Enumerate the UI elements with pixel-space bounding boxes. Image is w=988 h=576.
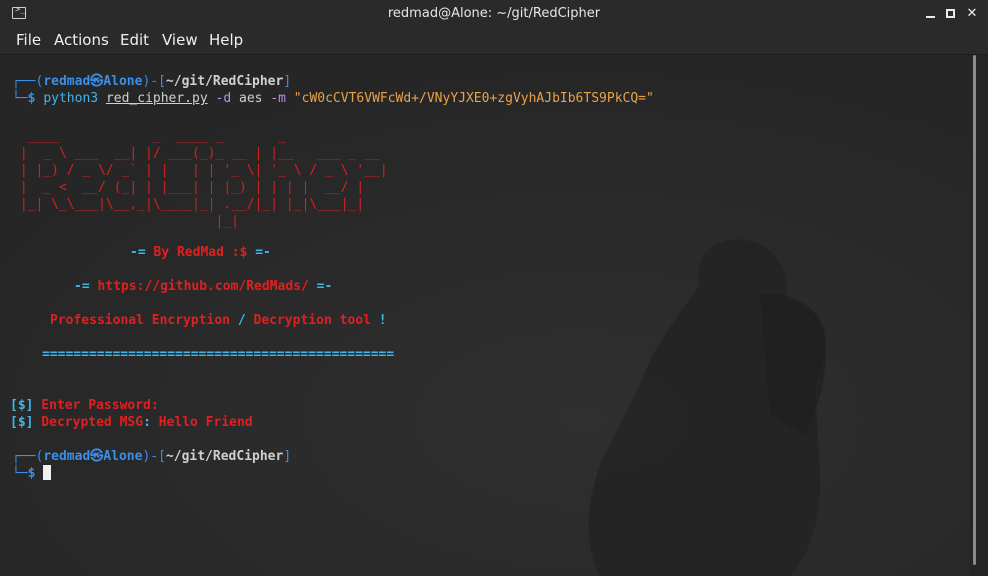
decrypted-value: Hello Friend	[158, 415, 253, 430]
menu-bar: File Actions Edit View Help	[0, 28, 988, 55]
title-bar: >_ redmad@Alone: ~/git/RedCipher ✕	[0, 0, 988, 28]
banner-tagline: Professional Encryption / Decryption too…	[50, 313, 387, 328]
menu-actions[interactable]: Actions	[54, 31, 109, 49]
banner-art-line: |_|	[12, 214, 239, 229]
maximize-icon	[946, 9, 955, 18]
banner-art-line: | _ \ ___ __| |/ ___(_)_ __ | |__ ___ _ …	[12, 146, 380, 161]
banner-art-line: |_| \_\___|\__,_|\____|_| .__/|_| |_|\__…	[12, 197, 365, 212]
banner-art-line: ____ _ ____ _ _	[12, 129, 286, 144]
banner-author: By RedMad :$	[153, 245, 248, 260]
command-script: red_cipher.py	[105, 91, 208, 106]
input-line[interactable]: └─$	[12, 465, 52, 482]
close-button[interactable]: ✕	[962, 4, 982, 24]
enter-password-line: [$] Enter Password:	[10, 398, 159, 413]
banner-author-line: -= By RedMad :$ =-	[130, 245, 271, 260]
window-title: redmad@Alone: ~/git/RedCipher	[387, 6, 601, 21]
prompt-line-1: ┌──(redmad㉿Alone)-[~/git/RedCipher]	[12, 74, 292, 89]
terminal-output[interactable]: ┌──(redmad㉿Alone)-[~/git/RedCipher] └─$ …	[0, 55, 970, 576]
text-cursor	[43, 465, 52, 480]
scrollbar[interactable]	[970, 55, 988, 576]
prompt-path: ~/git/RedCipher	[165, 74, 284, 89]
maximize-button[interactable]	[941, 4, 961, 24]
command-line: └─$ python3 red_cipher.py -d aes -m "cW0…	[12, 91, 654, 106]
minimize-button[interactable]	[921, 4, 941, 24]
flag-d: -d	[215, 91, 232, 106]
command-algo: aes	[239, 91, 263, 106]
prompt-at-symbol: ㉿	[90, 74, 104, 89]
flag-m: -m	[270, 91, 286, 106]
banner-art-line: | |_) / _ \/ _` | | | | '_ \| '_ \ / _ \…	[12, 163, 388, 178]
menu-edit[interactable]: Edit	[120, 31, 149, 49]
menu-file[interactable]: File	[16, 31, 41, 49]
banner-url: https://github.com/RedMads/	[97, 279, 309, 294]
minimize-icon	[926, 16, 935, 18]
command-message: "cW0cCVT6VWFcWd+/VNyYJXE0+zgVyhAJbIb6TS9…	[293, 91, 654, 106]
scrollbar-thumb[interactable]	[973, 55, 976, 565]
decrypted-message-line: [$] Decrypted MSG: Hello Friend	[10, 415, 253, 430]
terminal-window: >_ redmad@Alone: ~/git/RedCipher ✕ File …	[0, 0, 988, 576]
prompt-line-2: ┌──(redmad㉿Alone)-[~/git/RedCipher]	[12, 449, 292, 464]
menu-view[interactable]: View	[162, 31, 198, 49]
banner-art-line: | _ < __/ (_| | |___| | |_) | | | | __/ …	[12, 180, 365, 195]
banner-divider: ========================================…	[42, 347, 395, 362]
banner-url-line: -= https://github.com/RedMads/ =-	[74, 279, 333, 294]
prompt-host: Alone	[103, 74, 143, 89]
menu-help[interactable]: Help	[209, 31, 243, 49]
command-name: python3	[43, 91, 99, 106]
prompt-user: redmad	[43, 74, 91, 89]
